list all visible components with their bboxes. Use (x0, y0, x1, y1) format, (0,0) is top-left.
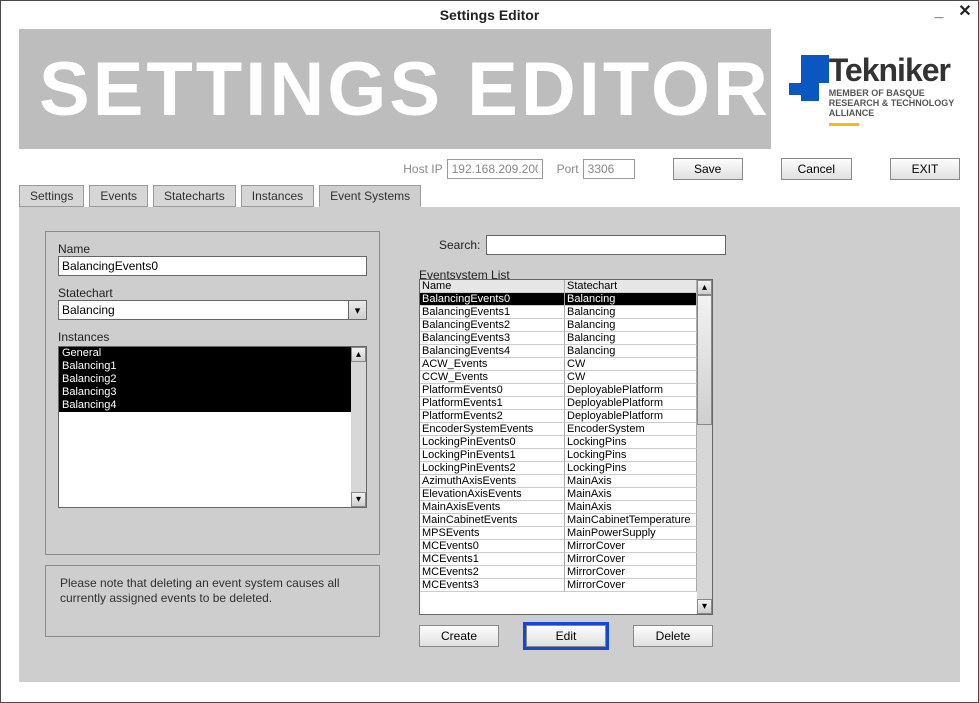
create-button[interactable]: Create (419, 625, 499, 647)
scroll-thumb[interactable] (697, 295, 712, 425)
table-row[interactable]: MCEvents0MirrorCover (420, 540, 697, 553)
instances-listbox[interactable]: GeneralBalancing1Balancing2Balancing3Bal… (58, 346, 367, 508)
form-panel: Name Statechart ▾ Instances GeneralBalan… (45, 231, 380, 555)
tab-event-systems-panel: Name Statechart ▾ Instances GeneralBalan… (19, 207, 960, 682)
close-icon[interactable]: ✕ (958, 5, 972, 19)
list-item[interactable]: Balancing2 (59, 373, 366, 386)
table-row[interactable]: ElevationAxisEventsMainAxis (420, 488, 697, 501)
name-input[interactable] (58, 256, 367, 276)
table-row[interactable]: BalancingEvents0Balancing (420, 293, 697, 306)
table-row[interactable]: PlatformEvents2DeployablePlatform (420, 410, 697, 423)
column-header-name[interactable]: Name (420, 280, 565, 293)
logo-name: Tekniker (829, 52, 960, 89)
table-row[interactable]: BalancingEvents2Balancing (420, 319, 697, 332)
table-row[interactable]: BalancingEvents1Balancing (420, 306, 697, 319)
table-row[interactable]: BalancingEvents4Balancing (420, 345, 697, 358)
save-button[interactable]: Save (673, 158, 743, 180)
titlebar: Settings Editor _ ✕ (1, 1, 978, 29)
table-row[interactable]: MainCabinetEventsMainCabinetTemperature (420, 514, 697, 527)
banner-title: SETTINGS EDITOR (19, 46, 771, 133)
window: Settings Editor _ ✕ SETTINGS EDITOR Tekn… (0, 0, 979, 703)
list-item[interactable]: Balancing3 (59, 386, 366, 399)
list-item[interactable]: Balancing1 (59, 360, 366, 373)
table-row[interactable]: MCEvents3MirrorCover (420, 579, 697, 592)
table-row[interactable]: LockingPinEvents0LockingPins (420, 436, 697, 449)
scroll-up-icon[interactable]: ▴ (351, 347, 366, 362)
table-row[interactable]: CCW_EventsCW (420, 371, 697, 384)
scroll-down-icon[interactable]: ▾ (697, 599, 712, 614)
tab-event-systems[interactable]: Event Systems (319, 185, 421, 207)
edit-button[interactable]: Edit (526, 625, 606, 647)
search-input[interactable] (486, 235, 726, 255)
logo: Tekniker MEMBER OF BASQUE RESEARCH & TEC… (771, 29, 960, 149)
minimize-icon[interactable]: _ (932, 5, 946, 19)
statechart-input[interactable] (58, 300, 349, 320)
table-row[interactable]: AzimuthAxisEventsMainAxis (420, 475, 697, 488)
scroll-down-icon[interactable]: ▾ (351, 492, 366, 507)
search-label: Search: (439, 238, 480, 252)
grid-scrollbar[interactable]: ▴ ▾ (697, 280, 712, 614)
scroll-up-icon[interactable]: ▴ (697, 280, 712, 295)
instances-label: Instances (58, 330, 367, 344)
note-text: Please note that deleting an event syste… (60, 576, 340, 605)
tab-settings[interactable]: Settings (19, 185, 84, 207)
logo-tagline: MEMBER OF BASQUE RESEARCH & TECHNOLOGY A… (829, 89, 960, 119)
statechart-label: Statechart (58, 286, 367, 300)
instances-scrollbar[interactable]: ▴ ▾ (351, 347, 366, 507)
port-label: Port (557, 162, 579, 176)
cancel-button[interactable]: Cancel (781, 158, 852, 180)
port-input[interactable] (583, 159, 635, 179)
table-row[interactable]: PlatformEvents1DeployablePlatform (420, 397, 697, 410)
name-label: Name (58, 242, 367, 256)
table-row[interactable]: MainAxisEventsMainAxis (420, 501, 697, 514)
table-row[interactable]: MPSEventsMainPowerSupply (420, 527, 697, 540)
tab-events[interactable]: Events (89, 185, 148, 207)
host-ip-input[interactable] (447, 159, 543, 179)
table-row[interactable]: BalancingEvents3Balancing (420, 332, 697, 345)
table-row[interactable]: LockingPinEvents1LockingPins (420, 449, 697, 462)
chevron-down-icon[interactable]: ▾ (349, 300, 367, 320)
table-row[interactable]: MCEvents1MirrorCover (420, 553, 697, 566)
table-row[interactable]: MCEvents2MirrorCover (420, 566, 697, 579)
host-ip-label: Host IP (403, 162, 442, 176)
banner: SETTINGS EDITOR Tekniker MEMBER OF BASQU… (19, 29, 960, 149)
table-row[interactable]: PlatformEvents0DeployablePlatform (420, 384, 697, 397)
list-item[interactable]: Balancing4 (59, 399, 366, 412)
table-row[interactable]: LockingPinEvents2LockingPins (420, 462, 697, 475)
tab-instances[interactable]: Instances (241, 185, 314, 207)
delete-button[interactable]: Delete (633, 625, 713, 647)
table-row[interactable]: ACW_EventsCW (420, 358, 697, 371)
table-row[interactable]: EncoderSystemEventsEncoderSystem (420, 423, 697, 436)
tab-statecharts[interactable]: Statecharts (153, 185, 236, 207)
column-header-statechart[interactable]: Statechart (565, 280, 697, 293)
list-item[interactable]: General (59, 347, 366, 360)
window-title: Settings Editor (440, 7, 540, 23)
logo-mark-icon (779, 55, 819, 105)
eventsystem-grid[interactable]: NameStatechartBalancingEvents0BalancingB… (419, 279, 713, 615)
statechart-combo[interactable]: ▾ (58, 300, 367, 320)
exit-button[interactable]: EXIT (890, 158, 960, 180)
note-panel: Please note that deleting an event syste… (45, 565, 380, 637)
